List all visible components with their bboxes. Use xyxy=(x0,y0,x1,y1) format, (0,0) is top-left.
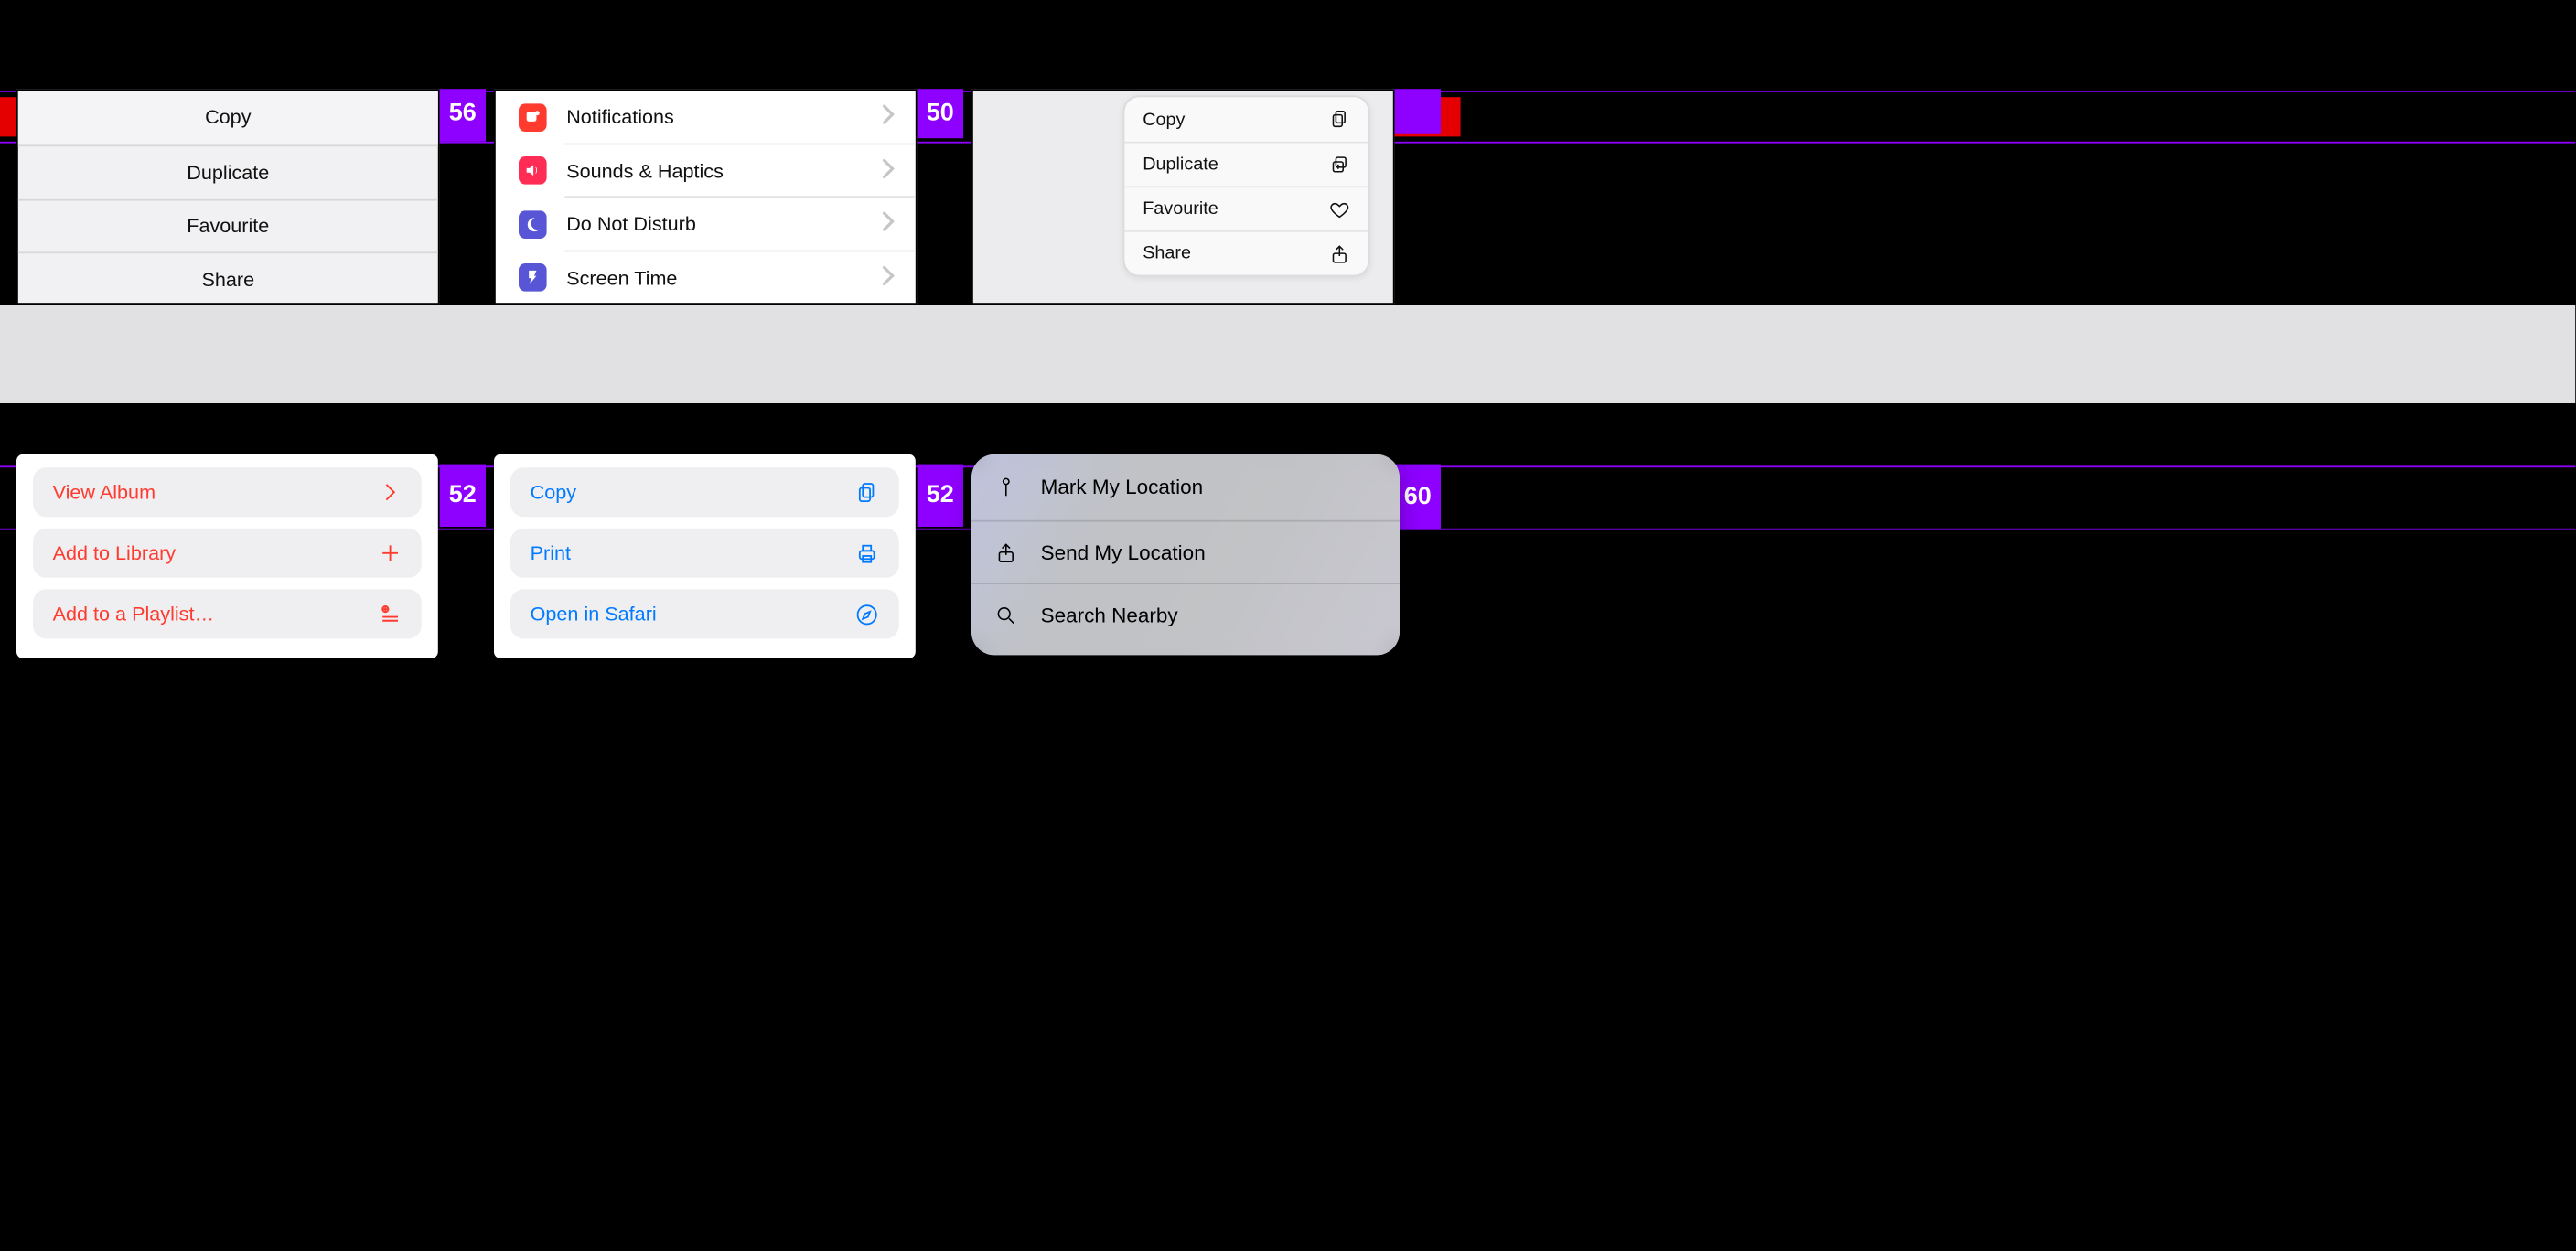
chevron-right-icon xyxy=(379,481,402,504)
compass-icon xyxy=(854,602,879,626)
annotation-value: 52 xyxy=(927,481,954,509)
safari-action-open-safari[interactable]: Open in Safari xyxy=(510,589,899,638)
magnify-icon xyxy=(994,604,1017,626)
doc-on-doc-icon xyxy=(1329,109,1350,130)
item-label: Notifications xyxy=(566,106,674,129)
dnd-icon xyxy=(519,210,547,239)
music-action-add-library[interactable]: Add to Library xyxy=(33,529,422,578)
annotation-value: 60 xyxy=(1404,482,1432,510)
printer-icon xyxy=(854,540,879,565)
heart-icon xyxy=(1329,198,1350,219)
item-label: Search Nearby xyxy=(1041,604,1178,626)
actionsheet-item[interactable]: Duplicate xyxy=(18,144,438,198)
notifications-icon xyxy=(519,103,547,132)
item-label: Copy xyxy=(531,481,576,504)
item-label: View Album xyxy=(53,481,156,504)
music-action-add-playlist[interactable]: Add to a Playlist… xyxy=(33,589,422,638)
item-label: Sounds & Haptics xyxy=(566,159,724,182)
actionsheet-item[interactable]: Copy xyxy=(18,91,438,144)
music-action-view-album[interactable]: View Album xyxy=(33,467,422,517)
share-icon xyxy=(994,540,1017,563)
item-label: Copy xyxy=(205,106,251,129)
sounds-icon xyxy=(519,156,547,185)
maps-action-mark-location[interactable]: Mark My Location xyxy=(971,454,1400,520)
context-popover: Copy Duplicate Favourite Share xyxy=(1123,95,1370,276)
item-label: Send My Location xyxy=(1041,540,1206,563)
share-icon xyxy=(1329,243,1350,264)
item-label: Duplicate xyxy=(1143,155,1218,175)
chevron-right-icon xyxy=(883,105,896,130)
item-label: Share xyxy=(201,269,254,292)
item-label: Favourite xyxy=(1143,199,1218,219)
panel-music-actions: View Album Add to Library Add to a Playl… xyxy=(16,454,438,658)
safari-action-copy[interactable]: Copy xyxy=(510,467,899,517)
chevron-right-icon xyxy=(883,265,896,290)
item-label: Do Not Disturb xyxy=(566,213,696,236)
item-label: Favourite xyxy=(187,215,269,238)
item-label: Open in Safari xyxy=(531,603,657,626)
item-label: Duplicate xyxy=(187,161,269,184)
panel-safari-actions: Copy Print Open in Safari xyxy=(494,454,916,658)
item-label: Add to Library xyxy=(53,541,176,564)
settings-row-notifications[interactable]: Notifications xyxy=(496,91,916,144)
panel-maps-context: Mark My Location Send My Location Search… xyxy=(971,454,1400,656)
popover-item-share[interactable]: Share xyxy=(1124,230,1368,275)
popover-item-copy[interactable]: Copy xyxy=(1124,97,1368,142)
maps-action-send-location[interactable]: Send My Location xyxy=(971,520,1400,583)
item-label: Add to a Playlist… xyxy=(53,603,214,626)
maps-action-search-nearby[interactable]: Search Nearby xyxy=(971,583,1400,645)
pin-icon xyxy=(994,476,1017,498)
separator-strip xyxy=(0,305,2575,403)
item-label: Mark My Location xyxy=(1041,476,1204,498)
measure-column: 56 xyxy=(440,89,486,142)
item-label: Print xyxy=(531,541,571,564)
actionsheet-item[interactable]: Share xyxy=(18,252,438,306)
actionsheet-item[interactable]: Favourite xyxy=(18,198,438,252)
chevron-right-icon xyxy=(883,158,896,183)
annotation-value: 52 xyxy=(449,481,477,509)
chevron-right-icon xyxy=(883,212,896,237)
doc-on-doc-icon xyxy=(854,480,879,505)
panel-popover-bg: Copy Duplicate Favourite Share xyxy=(971,89,1395,305)
item-label: Share xyxy=(1143,243,1191,263)
item-label: Screen Time xyxy=(566,266,677,289)
safari-action-print[interactable]: Print xyxy=(510,529,899,578)
panel-settings-list: Notifications Sounds & Haptics Do Not Di… xyxy=(494,89,918,305)
popover-item-favourite[interactable]: Favourite xyxy=(1124,186,1368,230)
measure-column: 52 xyxy=(918,465,963,527)
plus-icon xyxy=(379,541,402,564)
screentime-icon xyxy=(519,263,547,292)
settings-row-sounds[interactable]: Sounds & Haptics xyxy=(496,144,916,198)
measure-column: 60 xyxy=(1395,465,1441,530)
measure-column: 50 xyxy=(918,89,963,138)
plus-square-on-square-icon xyxy=(1329,154,1350,175)
annotation-value: 50 xyxy=(927,99,954,127)
measure-column xyxy=(1395,89,1441,134)
panel-actionsheet: Copy Duplicate Favourite Share xyxy=(16,89,440,305)
playlist-add-icon xyxy=(379,603,402,626)
measure-column: 52 xyxy=(440,465,486,527)
settings-row-screentime[interactable]: Screen Time xyxy=(496,251,916,305)
annotation-value: 56 xyxy=(449,99,477,127)
popover-item-duplicate[interactable]: Duplicate xyxy=(1124,142,1368,187)
item-label: Copy xyxy=(1143,110,1185,130)
settings-row-dnd[interactable]: Do Not Disturb xyxy=(496,198,916,251)
